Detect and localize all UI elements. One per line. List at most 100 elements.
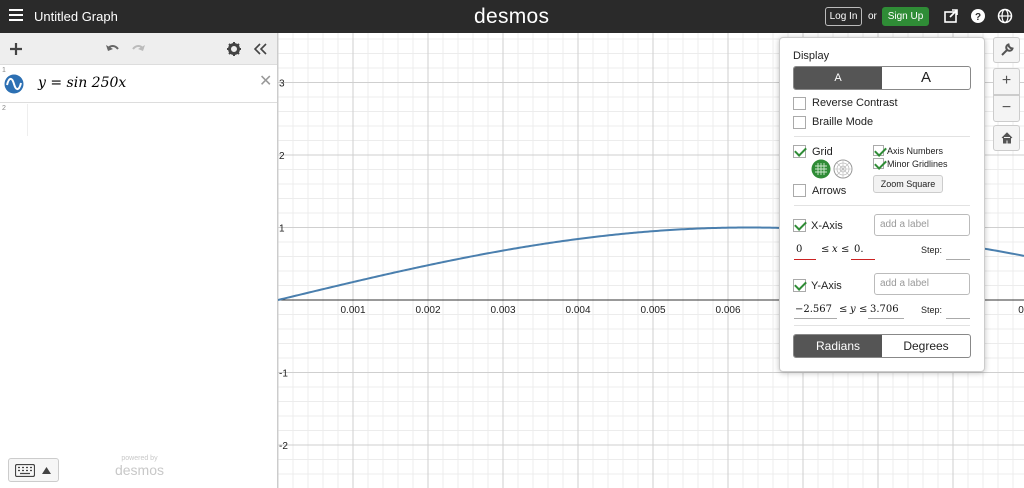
keyboard-icon	[15, 464, 35, 477]
y-tick-label: -1	[279, 369, 288, 380]
divider	[794, 136, 970, 137]
display-heading: Display	[793, 50, 830, 62]
arrows-label: Arrows	[812, 185, 847, 197]
x-max-input[interactable]: 0.	[854, 244, 864, 255]
grid-label: Grid	[812, 146, 833, 158]
desmos-app: Untitled Graph desmos Log In or Sign Up …	[0, 0, 1024, 488]
radians-option[interactable]: Radians	[794, 335, 882, 357]
expression-row[interactable]: 1 y = sin 250x ✕	[0, 66, 277, 103]
y-tick-label: 1	[279, 224, 285, 235]
reverse-contrast-checkbox[interactable]	[793, 97, 806, 110]
x-tick-label: 0.005	[640, 305, 665, 316]
expression-list: 1 y = sin 250x ✕ 2 powered by desmos	[0, 33, 278, 488]
help-icon[interactable]: ?	[970, 8, 986, 24]
caret-up-icon	[42, 467, 51, 474]
y-step-input[interactable]	[946, 318, 970, 319]
expression-latex[interactable]: y = sin 250x	[38, 75, 126, 91]
expression-index: 2	[2, 105, 6, 112]
svg-text:?: ?	[975, 12, 981, 23]
expression-row-empty[interactable]: 2	[0, 104, 277, 136]
expression-toolbar	[0, 33, 277, 65]
powered-by-desmos: powered by desmos	[112, 455, 167, 478]
x-le-left: ≤	[821, 244, 830, 255]
x-tick-label: 0.01	[1018, 305, 1024, 316]
axis-numbers-label: Axis Numbers	[887, 146, 944, 156]
wrench-icon	[1000, 43, 1014, 56]
minor-gridlines-checkbox[interactable]	[873, 158, 884, 169]
x-step-input[interactable]	[946, 259, 970, 260]
divider	[794, 205, 970, 206]
x-min-input[interactable]: 0	[796, 244, 802, 255]
y-tick-label: 3	[279, 79, 285, 90]
desmos-logo: desmos	[474, 5, 550, 28]
settings-gear-icon[interactable]	[226, 41, 242, 57]
y-axis-checkbox[interactable]	[793, 279, 806, 292]
y-le-left: ≤	[839, 304, 848, 315]
y-step-label: Step:	[921, 305, 943, 315]
x-tick-label: 0.002	[415, 305, 440, 316]
arrows-checkbox[interactable]	[793, 184, 806, 197]
y-min-input[interactable]: −2.567	[795, 304, 832, 315]
x-tick-label: 0.003	[490, 305, 515, 316]
curve-color-icon[interactable]	[4, 74, 24, 94]
zoom-in-button[interactable]: +	[993, 68, 1020, 95]
zoom-in-icon: +	[1001, 72, 1012, 89]
graph-title[interactable]: Untitled Graph	[34, 9, 118, 24]
x-step-label: Step:	[921, 245, 943, 255]
powered-by-text: powered by	[121, 455, 158, 462]
minor-gridlines-label: Minor Gridlines	[887, 159, 948, 169]
y-tick-label: 2	[279, 151, 285, 162]
expression-index: 1	[2, 67, 6, 74]
y-max-underline	[868, 318, 904, 319]
y-tick-label: -2	[279, 441, 288, 452]
x-axis-label: X-Axis	[811, 220, 843, 232]
undo-icon[interactable]	[104, 41, 120, 57]
x-min-underline	[794, 259, 816, 260]
share-icon[interactable]	[943, 8, 959, 24]
degrees-option[interactable]: Degrees	[882, 335, 970, 357]
redo-icon[interactable]	[131, 41, 147, 57]
axis-numbers-checkbox[interactable]	[873, 145, 884, 156]
menu-icon[interactable]	[9, 9, 23, 23]
grid-checkbox[interactable]	[793, 145, 806, 158]
x-variable: x	[832, 244, 838, 255]
x-tick-label: 0.006	[715, 305, 740, 316]
zoom-out-button[interactable]: −	[993, 95, 1020, 122]
signup-button[interactable]: Sign Up	[882, 7, 929, 26]
reverse-contrast-label: Reverse Contrast	[812, 97, 898, 109]
x-axis-checkbox[interactable]	[793, 219, 806, 232]
y-min-underline	[794, 318, 837, 319]
braille-mode-label: Braille Mode	[812, 116, 874, 128]
y-le-right: ≤	[859, 304, 868, 315]
zoom-square-button[interactable]: Zoom Square	[873, 175, 943, 193]
default-viewport-button[interactable]	[993, 125, 1020, 151]
text-size-toggle: A A	[793, 66, 971, 90]
graph-settings-panel: Display A A Reverse Contrast Braille Mod…	[779, 37, 985, 372]
x-tick-label: 0.001	[340, 305, 365, 316]
x-le-right: ≤	[841, 244, 850, 255]
y-axis-label-input[interactable]: add a label	[874, 273, 970, 295]
collapse-icon[interactable]	[252, 41, 268, 57]
x-axis-label-input[interactable]: add a label	[874, 214, 970, 236]
text-size-large-option[interactable]: A	[882, 67, 970, 89]
add-icon[interactable]	[8, 41, 24, 57]
braille-mode-checkbox[interactable]	[793, 116, 806, 129]
polar-grid-icon[interactable]	[833, 159, 853, 179]
x-tick-label: 0.004	[565, 305, 590, 316]
angle-mode-toggle: Radians Degrees	[793, 334, 971, 358]
header-bar: Untitled Graph desmos Log In or Sign Up …	[0, 0, 1024, 33]
globe-icon[interactable]	[997, 8, 1013, 24]
text-size-small-option[interactable]: A	[794, 67, 882, 89]
cartesian-grid-icon[interactable]	[811, 159, 831, 179]
delete-expression-icon[interactable]: ✕	[259, 71, 272, 91]
home-icon	[1001, 132, 1012, 144]
login-button[interactable]: Log In	[825, 7, 862, 26]
graph-settings-button[interactable]	[993, 37, 1020, 63]
y-max-input[interactable]: 3.706	[870, 304, 899, 315]
keypad-toggle-button[interactable]	[8, 458, 59, 482]
y-axis-label: Y-Axis	[811, 280, 842, 292]
y-variable: y	[850, 304, 856, 315]
divider	[794, 325, 970, 326]
zoom-out-icon: −	[1001, 99, 1012, 116]
x-max-underline	[851, 259, 875, 260]
